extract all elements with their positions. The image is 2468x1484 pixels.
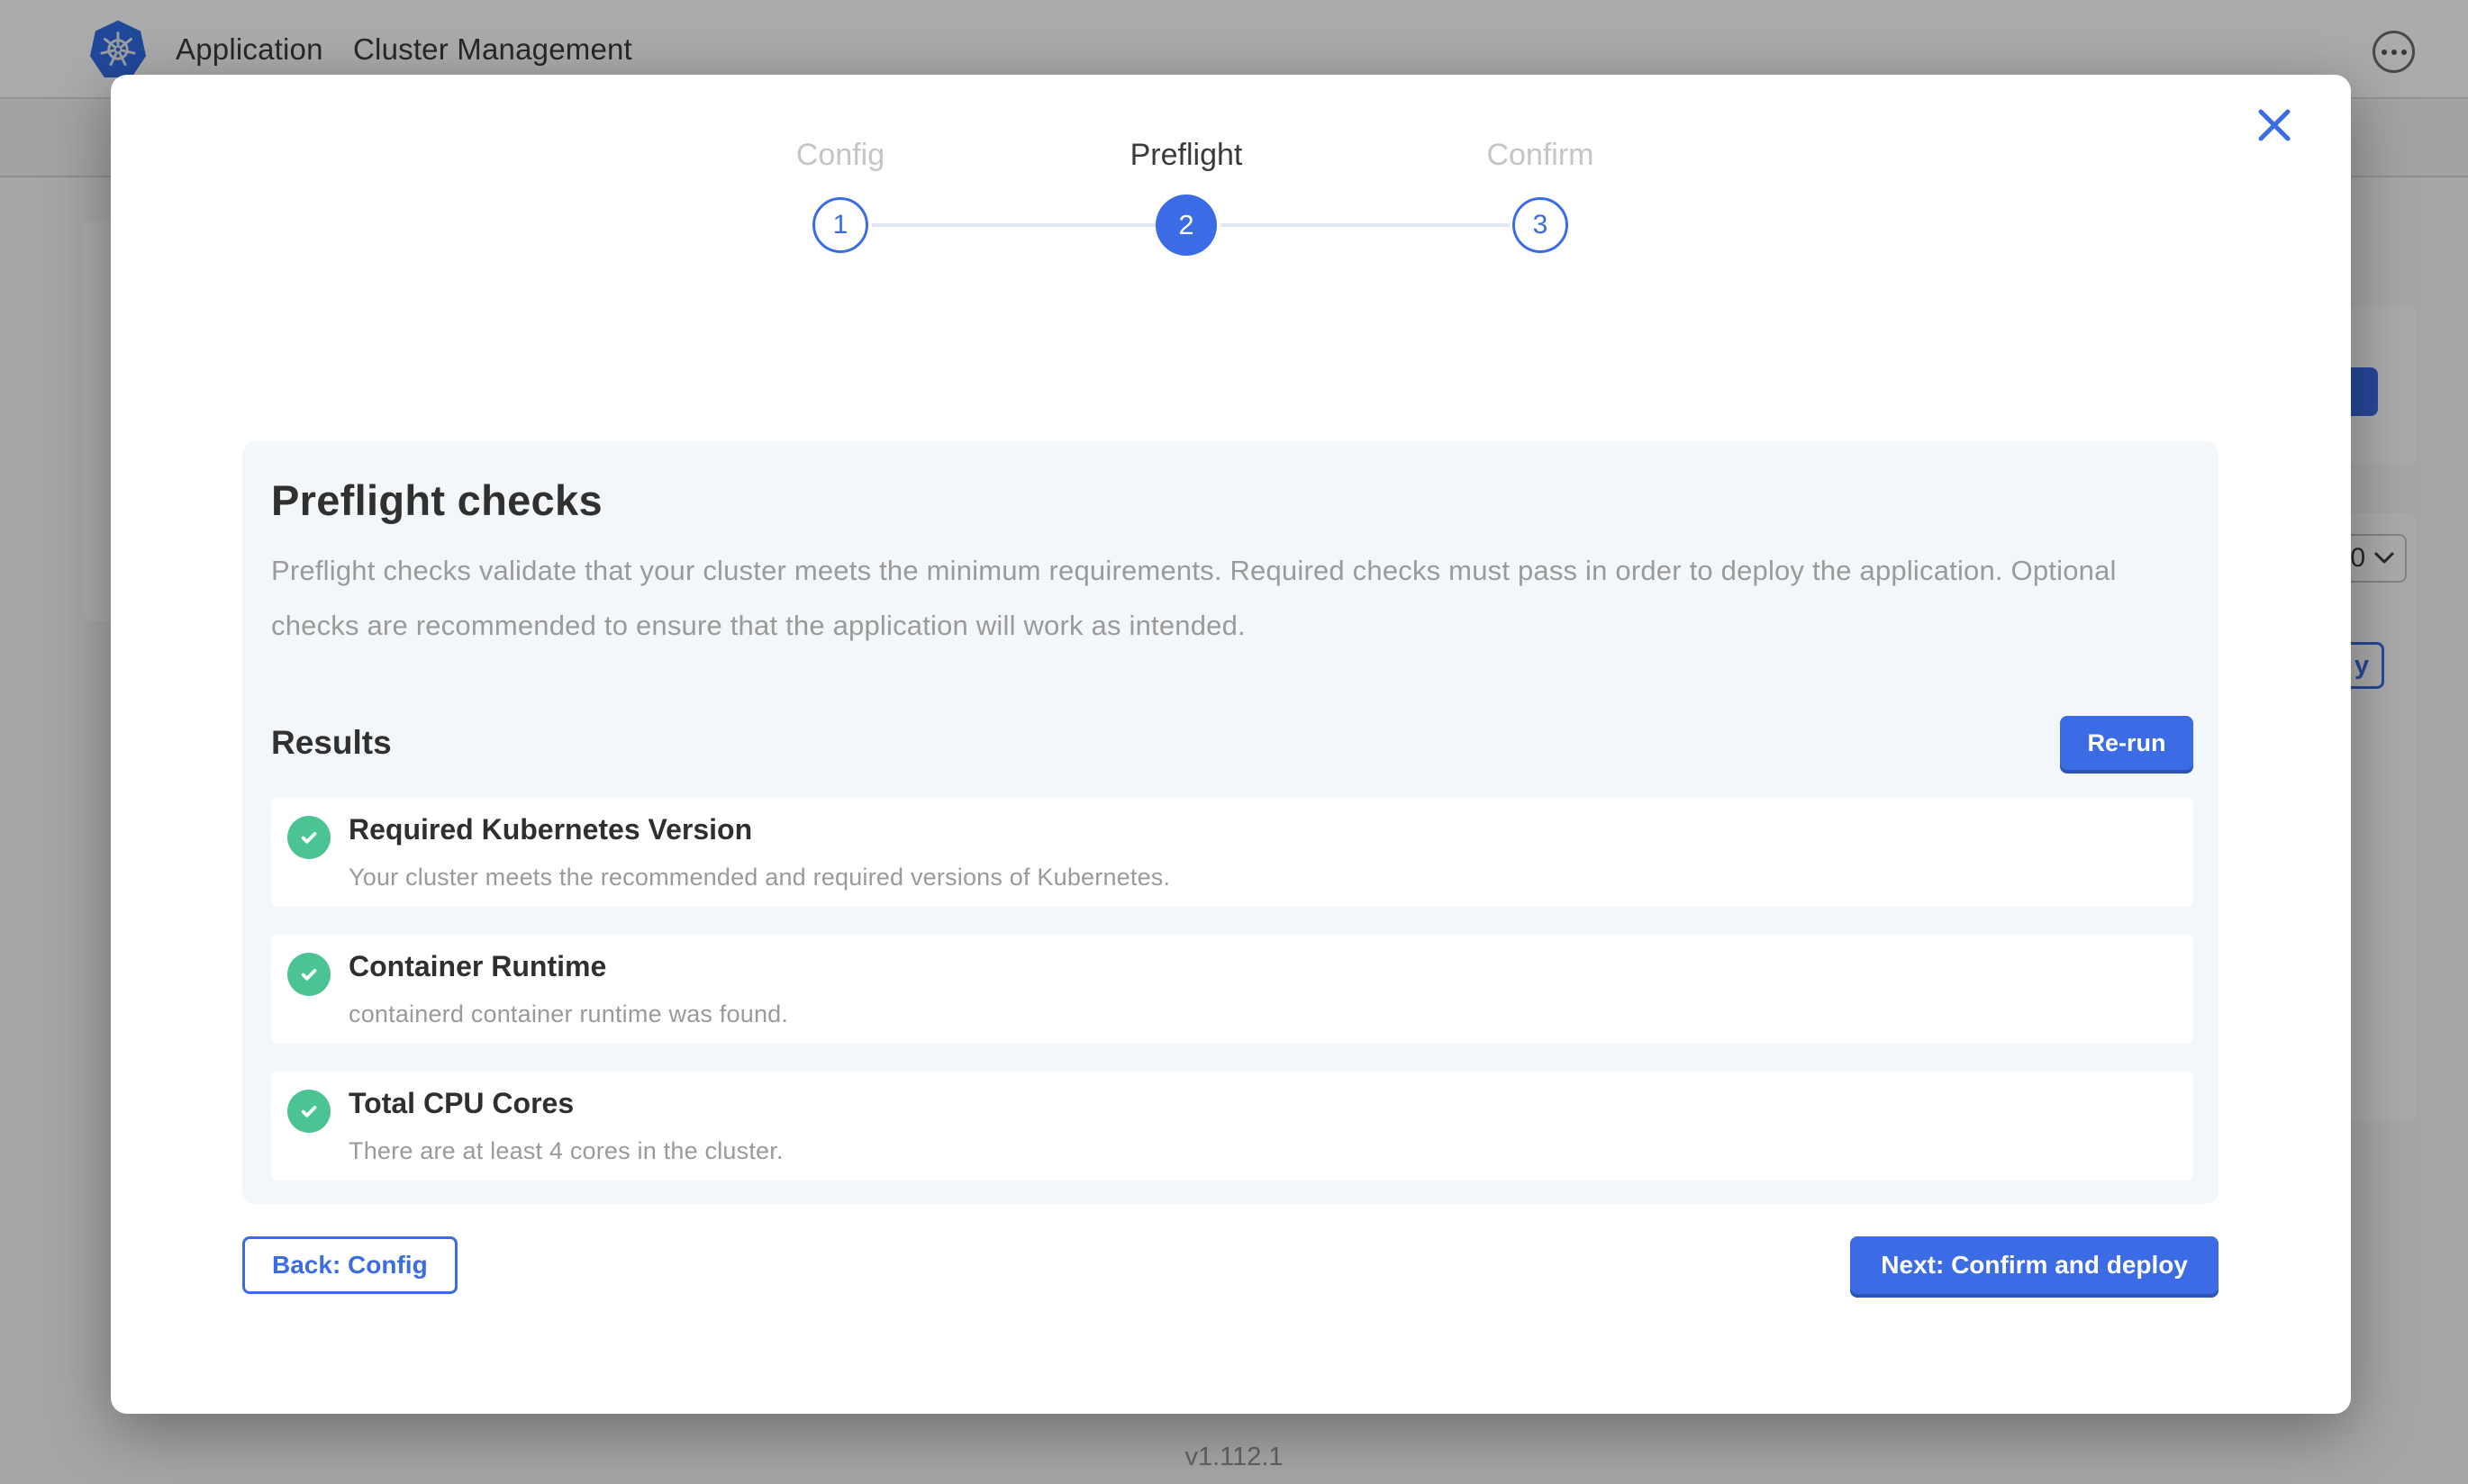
page-title: Preflight checks [271, 475, 2193, 525]
check-row-container-runtime: Container Runtime containerd container r… [271, 934, 2193, 1044]
step-circle-preflight[interactable]: 2 [1156, 195, 1217, 256]
step-number: 2 [1178, 209, 1193, 241]
step-connector [1220, 223, 1510, 227]
check-title: Total CPU Cores [349, 1085, 784, 1121]
step-number: 3 [1533, 210, 1548, 240]
step-number: 1 [833, 210, 848, 240]
check-message: containerd container runtime was found. [349, 1000, 788, 1028]
step-circle-confirm[interactable]: 3 [1512, 197, 1568, 253]
step-circle-config[interactable]: 1 [812, 197, 868, 253]
step-label-preflight: Preflight [1051, 138, 1321, 173]
check-title: Container Runtime [349, 948, 788, 984]
page: Application Cluster Management 0 y v1.11… [0, 0, 2468, 1484]
preflight-modal: Config Preflight Confirm 1 2 3 Preflight… [111, 75, 2351, 1414]
preflight-panel: Preflight checks Preflight checks valida… [242, 441, 2218, 1204]
back-config-button[interactable]: Back: Config [242, 1236, 458, 1294]
check-row-kubernetes-version: Required Kubernetes Version Your cluster… [271, 797, 2193, 907]
next-confirm-deploy-button[interactable]: Next: Confirm and deploy [1850, 1236, 2218, 1294]
check-pass-icon [287, 1090, 331, 1133]
preflight-description: Preflight checks validate that your clus… [271, 543, 2172, 653]
check-pass-icon [287, 816, 331, 859]
results-header-row: Results Re-run [271, 716, 2193, 770]
check-pass-icon [287, 953, 331, 996]
step-connector [872, 223, 1156, 227]
check-message: Your cluster meets the recommended and r… [349, 864, 1170, 891]
step-label-confirm: Confirm [1405, 138, 1675, 173]
check-row-cpu-cores: Total CPU Cores There are at least 4 cor… [271, 1071, 2193, 1181]
check-title: Required Kubernetes Version [349, 811, 1170, 847]
results-heading: Results [271, 724, 392, 762]
check-message: There are at least 4 cores in the cluste… [349, 1137, 784, 1165]
close-icon[interactable] [2249, 100, 2300, 150]
rerun-button[interactable]: Re-run [2060, 716, 2193, 770]
step-label-config: Config [705, 138, 975, 173]
